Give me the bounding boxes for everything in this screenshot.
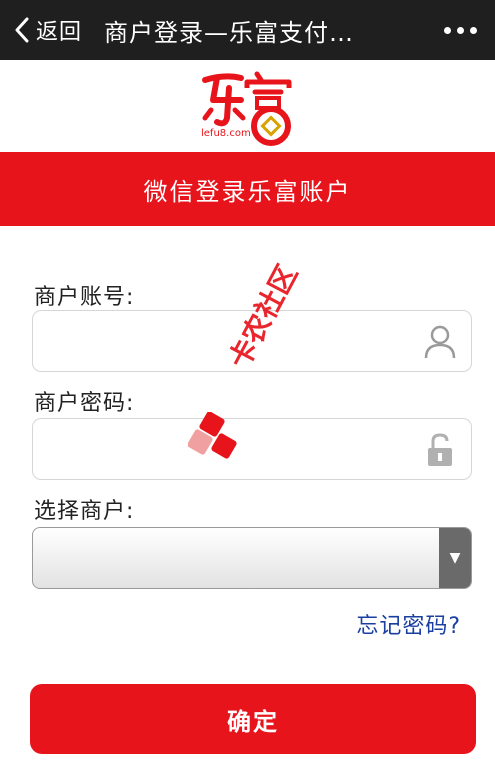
lefu-logo: lefu8.com <box>195 66 305 148</box>
password-field[interactable] <box>32 418 472 480</box>
user-icon <box>424 325 456 359</box>
more-dots-icon[interactable] <box>434 0 495 60</box>
password-input[interactable] <box>33 419 413 479</box>
lefu-logo-graphic: lefu8.com <box>201 71 292 146</box>
account-label: 商户账号: <box>34 285 135 310</box>
lock-icon <box>428 433 452 466</box>
login-banner: 微信登录乐富账户 <box>0 152 495 226</box>
password-label: 商户密码: <box>34 391 135 416</box>
top-bar: 返回 商户登录—乐富支付… <box>0 0 495 60</box>
more-dot <box>444 26 451 34</box>
back-button[interactable]: 返回 <box>0 0 82 60</box>
chevron-left-icon <box>15 17 29 43</box>
more-dot <box>470 26 477 34</box>
account-input[interactable] <box>33 311 413 371</box>
back-label: 返回 <box>36 20 83 45</box>
merchant-label: 选择商户: <box>34 499 135 524</box>
forgot-password-link[interactable]: 忘记密码? <box>356 608 461 640</box>
more-dot <box>457 26 464 34</box>
triangle-down-icon[interactable]: ▼ <box>439 528 471 588</box>
confirm-button[interactable]: 确定 <box>30 684 476 754</box>
account-field[interactable] <box>32 310 472 372</box>
logo-domain: lefu8.com <box>201 128 251 139</box>
page-title: 商户登录—乐富支付… <box>104 18 355 47</box>
merchant-select[interactable]: ▼ <box>32 527 472 589</box>
